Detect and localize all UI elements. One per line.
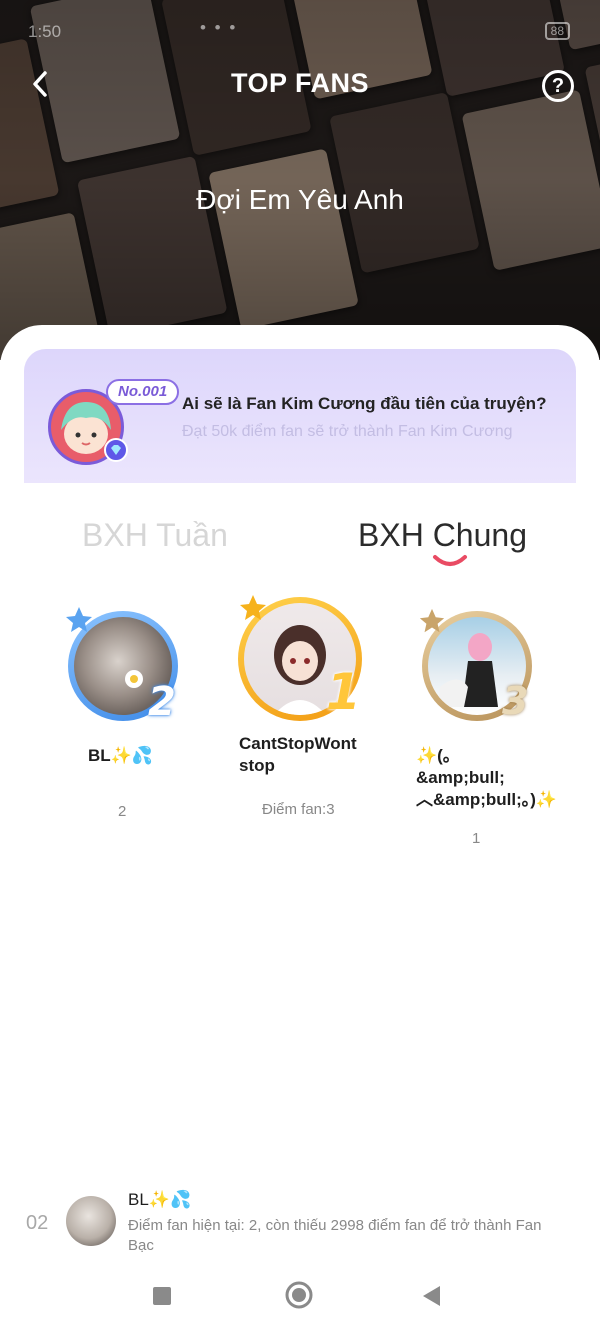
rank-number: 3 [502, 679, 529, 723]
system-nav-bar [0, 1270, 600, 1333]
fan-name: CantStopWont stop [239, 734, 357, 775]
crown-star-icon [419, 608, 445, 633]
banner-subtitle: Đạt 50k điểm fan sẽ trở thành Fan Kim Cư… [182, 423, 513, 440]
crown-star-icon [66, 607, 92, 632]
battery-icon: 88 [544, 22, 570, 40]
status-time: 1:50 [28, 22, 62, 41]
fan-score: 2 [118, 803, 127, 820]
status-dots: • • • [200, 18, 238, 37]
podium-rank-3[interactable]: 3 ✨(｡ &amp;bull;︿&amp;bull;｡)✨ 1 [416, 608, 558, 871]
leaderboard-sheet: No.001 Ai sẽ là Fan Kim Cương đầu tiên c… [0, 325, 600, 1333]
page-title: TOP FANS [230, 68, 370, 98]
question-circle-icon: ? [551, 74, 565, 97]
number-badge: No.001 [106, 379, 180, 405]
fan-score: 1 [472, 830, 481, 847]
rank-number: 1 [326, 663, 361, 721]
back-nav-button[interactable] [420, 1284, 442, 1313]
triangle-back-icon [423, 1286, 440, 1306]
banner-title: Ai sẽ là Fan Kim Cương đầu tiên của truy… [182, 394, 547, 413]
tab-active-indicator [433, 555, 467, 566]
rank-number: 2 [148, 679, 176, 725]
diamond-icon [104, 438, 128, 462]
fan-score: Điểm fan:3 [262, 801, 335, 818]
podium-rank-2[interactable]: 2 BL✨💦 2 [66, 607, 198, 841]
circle-icon [285, 1281, 313, 1309]
tab-weekly[interactable]: BXH Tuần [82, 517, 228, 554]
status-bar: 1:50 • • • 88 [0, 0, 600, 60]
help-button[interactable]: ? [542, 70, 574, 102]
recent-apps-button[interactable] [152, 1286, 172, 1311]
diamond-fan-banner[interactable]: No.001 Ai sẽ là Fan Kim Cương đầu tiên c… [24, 349, 576, 483]
crown-star-icon [240, 595, 266, 620]
my-rank-number: 02 [26, 1212, 49, 1234]
battery-indicator: 88 [544, 22, 570, 40]
hero-banner: 1:50 • • • 88 TOP FANS ? Đợi Em Yêu Anh [0, 0, 600, 360]
my-progress-text: Điểm fan hiện tại: 2, còn thiếu 2998 điể… [128, 1217, 542, 1254]
tab-overall[interactable]: BXH Chung [358, 517, 527, 554]
fan-name: BL✨💦 [88, 746, 153, 765]
my-rank-row[interactable]: 02 BL✨💦 Điểm fan hiện tại: 2, còn thiếu … [0, 1190, 600, 1260]
my-name: BL✨💦 [128, 1190, 192, 1209]
podium-rank-1[interactable]: 1 CantStopWont stop Điểm fan:3 [238, 595, 378, 847]
fan-name: ✨(｡ &amp;bull;︿&amp;bull;｡)✨ [416, 746, 558, 809]
square-icon [153, 1287, 171, 1305]
my-avatar [66, 1196, 116, 1246]
home-button[interactable] [284, 1280, 314, 1315]
story-title: Đợi Em Yêu Anh [196, 184, 404, 215]
